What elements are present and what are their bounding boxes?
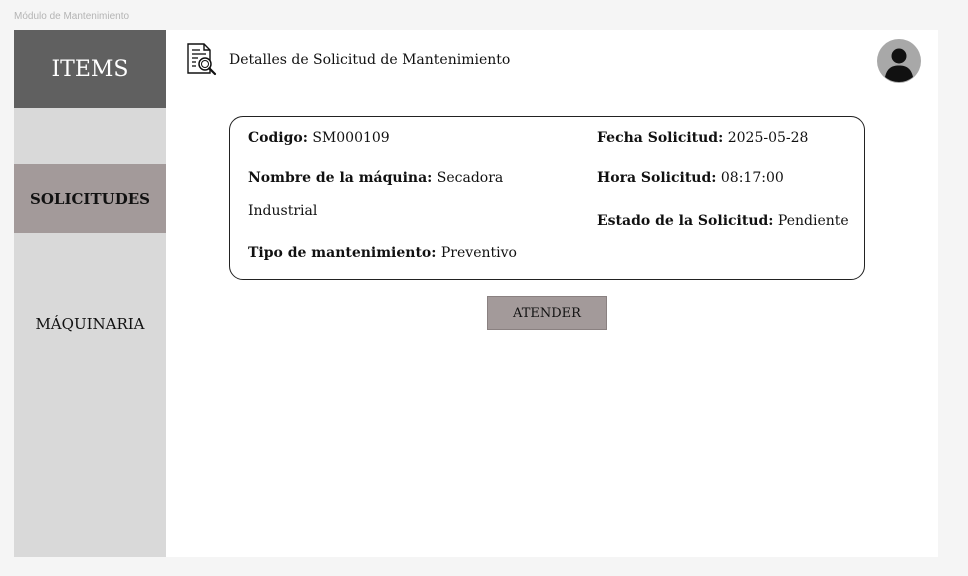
maquina-label: Nombre de la máquina: [248,170,433,186]
estado-value: Pendiente [777,213,849,229]
codigo-label: Codigo: [248,130,308,146]
maquina-value-continued: Industrial [248,203,318,219]
estado-label: Estado de la Solicitud: [597,213,774,229]
maquina-value: Secadora [436,170,504,186]
fecha-label: Fecha Solicitud: [597,130,724,146]
app-frame: ITEMS SOLICITUDES MÁQUINARIA Detalles de… [14,30,938,557]
tipo-field: Tipo de mantenimiento: Preventivo [248,245,517,261]
hora-value: 08:17:00 [720,170,784,186]
fecha-field: Fecha Solicitud: 2025-05-28 [597,130,808,146]
codigo-field: Codigo: SM000109 [248,130,390,146]
sidebar-item-maquinaria[interactable]: MÁQUINARIA [14,302,166,346]
maquina-field: Nombre de la máquina: Secadora [248,170,503,186]
hora-label: Hora Solicitud: [597,170,717,186]
codigo-value: SM000109 [312,130,390,146]
page-title: Detalles de Solicitud de Mantenimiento [229,52,511,68]
tipo-value: Preventivo [440,245,517,261]
document-search-icon [187,43,217,76]
sidebar: ITEMS SOLICITUDES MÁQUINARIA [14,30,166,557]
app-caption: Módulo de Mantenimiento [14,11,130,22]
atender-button[interactable]: ATENDER [487,296,607,330]
sidebar-header: ITEMS [14,30,166,108]
tipo-label: Tipo de mantenimiento: [248,245,437,261]
request-details-card: Codigo: SM000109 Nombre de la máquina: S… [229,116,865,280]
estado-field: Estado de la Solicitud: Pendiente [597,213,849,229]
sidebar-item-solicitudes[interactable]: SOLICITUDES [14,164,166,233]
user-avatar-icon[interactable] [877,39,921,83]
hora-field: Hora Solicitud: 08:17:00 [597,170,784,186]
fecha-value: 2025-05-28 [727,130,809,146]
